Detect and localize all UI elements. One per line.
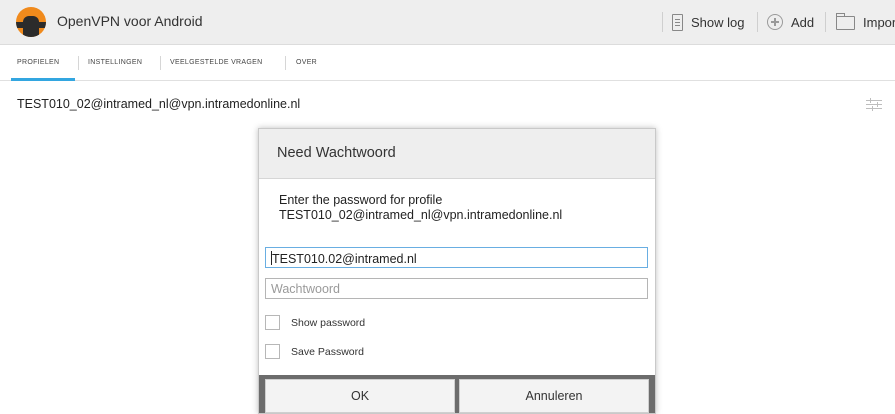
folder-icon (836, 13, 855, 30)
dialog-title: Need Wachtwoord (277, 145, 396, 161)
tab-profielen[interactable]: PROFIELEN (17, 45, 59, 80)
tab-instellingen[interactable]: INSTELLINGEN (88, 45, 142, 80)
dialog-header: Need Wachtwoord (259, 129, 655, 179)
import-label: Import (863, 14, 895, 30)
show-password-label: Show password (291, 316, 366, 329)
action-bar: OpenVPN voor Android Show log Add Import (0, 0, 895, 45)
password-placeholder: Wachtwoord (271, 282, 341, 296)
dialog-message: Enter the password for profile TEST010_0… (279, 193, 562, 223)
show-log-button[interactable]: Show log (672, 11, 744, 33)
settings-sliders-icon[interactable] (866, 97, 882, 112)
tab-divider (160, 56, 161, 70)
ok-button[interactable]: OK (265, 379, 455, 413)
dialog-message-line1: Enter the password for profile (279, 193, 443, 207)
show-log-label: Show log (691, 14, 745, 30)
log-icon (672, 13, 683, 31)
password-dialog: Need Wachtwoord Enter the password for p… (258, 128, 656, 414)
add-button[interactable]: Add (767, 11, 814, 33)
tab-bar: PROFIELEN INSTELLINGEN VEELGESTELDE VRAG… (0, 45, 895, 81)
divider (757, 12, 758, 32)
save-password-label: Save Password (291, 345, 364, 358)
tab-veelgestelde-vragen[interactable]: VEELGESTELDE VRAGEN (170, 45, 262, 80)
import-button[interactable]: Import (836, 11, 895, 33)
save-password-checkbox[interactable] (265, 344, 280, 359)
tab-over[interactable]: OVER (296, 45, 317, 80)
divider (662, 12, 663, 32)
dialog-button-bar: OK Annuleren (259, 375, 655, 413)
username-field[interactable]: TEST010.02@intramed.nl (265, 247, 648, 268)
profile-item[interactable]: TEST010_02@intramed_nl@vpn.intramedonlin… (17, 97, 300, 111)
add-label: Add (791, 14, 815, 30)
openvpn-app-icon[interactable] (16, 7, 46, 37)
app-title: OpenVPN voor Android (57, 13, 203, 29)
password-field[interactable]: Wachtwoord (265, 278, 648, 299)
tab-divider (78, 56, 79, 70)
dialog-message-line2: TEST010_02@intramed_nl@vpn.intramedonlin… (279, 208, 563, 222)
add-icon (767, 14, 783, 30)
save-password-option[interactable]: Save Password (265, 344, 364, 359)
divider (825, 12, 826, 32)
cancel-button[interactable]: Annuleren (459, 379, 649, 413)
tab-selected-indicator (11, 78, 75, 81)
show-password-option[interactable]: Show password (265, 315, 365, 330)
show-password-checkbox[interactable] (265, 315, 280, 330)
username-value: TEST010.02@intramed.nl (272, 252, 417, 266)
tab-divider (285, 56, 286, 70)
